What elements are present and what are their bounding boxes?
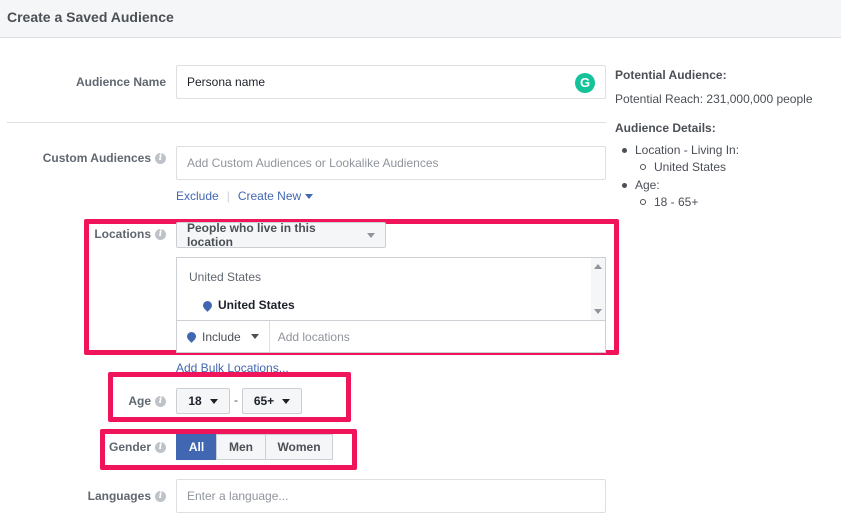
audience-name-input[interactable]: Persona name G <box>176 65 606 99</box>
age-min-select[interactable]: 18 <box>176 388 230 414</box>
include-select[interactable]: Include <box>177 321 270 352</box>
potential-audience-title: Potential Audience: <box>615 68 727 82</box>
locations-scrollbar[interactable] <box>591 258 605 320</box>
languages-label-text: Languages <box>87 489 151 503</box>
section-divider <box>7 122 606 123</box>
languages-label: Languages i <box>20 488 166 504</box>
selected-location-label: United States <box>218 298 295 312</box>
bullet-icon <box>640 164 646 170</box>
bullet-icon <box>640 199 646 205</box>
audience-name-label: Audience Name <box>20 74 166 90</box>
caret-down-icon <box>250 334 259 339</box>
caret-down-icon <box>209 398 218 404</box>
action-separator: | <box>226 189 230 203</box>
age-label-text: Age <box>128 394 151 408</box>
info-icon[interactable]: i <box>155 152 166 164</box>
gender-women-button[interactable]: Women <box>265 434 333 460</box>
custom-audiences-actions: Exclude | Create New <box>176 189 314 203</box>
detail-age-item: Age: <box>622 178 660 192</box>
caret-down-icon <box>282 398 291 404</box>
caret-down-icon <box>305 194 314 200</box>
potential-reach-text: Potential Reach: 231,000,000 people <box>615 92 813 106</box>
locations-label-text: Locations <box>94 227 151 241</box>
detail-location-label: Location - Living In: <box>635 143 740 157</box>
locations-panel: United States United States Include Add … <box>176 257 606 353</box>
caret-down-icon <box>367 232 375 238</box>
locations-label: Locations i <box>84 226 166 242</box>
gender-men-button[interactable]: Men <box>216 434 266 460</box>
custom-audiences-input[interactable]: Add Custom Audiences or Lookalike Audien… <box>176 146 606 180</box>
exclude-link[interactable]: Exclude <box>176 189 219 203</box>
audience-details-title: Audience Details: <box>615 121 716 135</box>
age-label: Age i <box>108 393 166 409</box>
gender-label-text: Gender <box>108 440 151 454</box>
age-max-select[interactable]: 65+ <box>242 388 302 414</box>
age-min-value: 18 <box>188 394 202 408</box>
info-icon[interactable]: i <box>155 441 166 453</box>
custom-audiences-label-text: Custom Audiences <box>42 151 151 165</box>
scroll-down-icon[interactable] <box>594 309 602 314</box>
age-max-value: 65+ <box>253 394 275 408</box>
info-icon[interactable]: i <box>155 490 166 502</box>
detail-age-value-item: 18 - 65+ <box>640 195 698 209</box>
location-pin-icon <box>201 298 214 312</box>
create-new-link[interactable]: Create New <box>237 189 314 203</box>
info-icon[interactable]: i <box>155 228 166 240</box>
languages-input[interactable]: Enter a language... <box>176 479 606 513</box>
detail-age-value: 18 - 65+ <box>654 195 699 209</box>
location-pin-icon <box>185 330 198 343</box>
location-type-select[interactable]: People who live in this location <box>176 221 386 249</box>
info-icon[interactable]: i <box>155 395 166 407</box>
gender-label: Gender i <box>100 439 166 455</box>
locations-input-row: Include Add locations <box>177 320 605 352</box>
detail-location-value: United States <box>654 160 727 174</box>
gender-toggle-group: All Men Women <box>176 434 333 460</box>
custom-audiences-placeholder: Add Custom Audiences or Lookalike Audien… <box>187 156 439 170</box>
audience-name-label-text: Audience Name <box>75 75 166 89</box>
selected-location-item[interactable]: United States <box>201 298 295 312</box>
scroll-up-icon[interactable] <box>594 264 602 269</box>
page-title: Create a Saved Audience <box>7 9 174 25</box>
bullet-icon <box>622 182 627 188</box>
include-label: Include <box>202 329 241 344</box>
detail-location-value-item: United States <box>640 160 726 174</box>
detail-age-label: Age: <box>635 178 660 192</box>
audience-name-value: Persona name <box>187 75 266 89</box>
age-separator: - <box>234 393 238 407</box>
custom-audiences-label: Custom Audiences i <box>20 150 166 166</box>
location-type-value: People who live in this location <box>187 221 316 249</box>
location-country-header: United States <box>189 270 262 284</box>
create-new-label: Create New <box>237 189 302 203</box>
grammarly-icon[interactable]: G <box>575 73 595 93</box>
bullet-icon <box>622 147 627 153</box>
detail-location-item: Location - Living In: <box>622 143 739 157</box>
languages-placeholder: Enter a language... <box>187 489 289 503</box>
add-locations-input[interactable]: Add locations <box>270 330 350 344</box>
header-bar: Create a Saved Audience <box>0 0 841 38</box>
gender-all-button[interactable]: All <box>176 434 217 460</box>
